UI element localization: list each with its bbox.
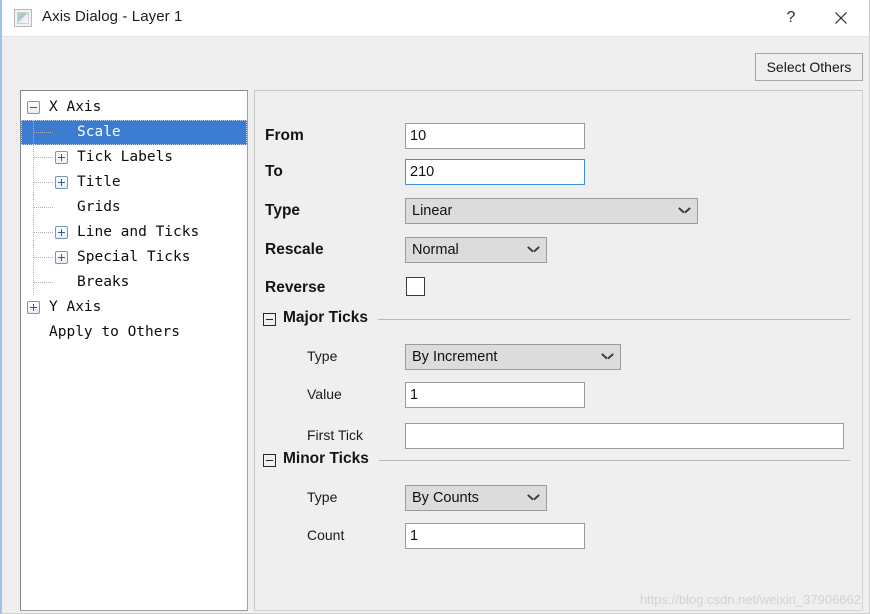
tree-guide-stub bbox=[34, 282, 54, 283]
tree-item-label: Y Axis bbox=[49, 299, 102, 315]
major-ticks-type-label: Type bbox=[307, 348, 338, 364]
help-button[interactable]: ? bbox=[768, 0, 814, 36]
help-icon: ? bbox=[786, 9, 796, 26]
minor-ticks-count-label: Count bbox=[307, 527, 345, 543]
from-label: From bbox=[265, 127, 304, 144]
chevron-down-icon bbox=[602, 353, 613, 360]
tree-item-label: Scale bbox=[77, 124, 121, 140]
rescale-label: Rescale bbox=[265, 241, 324, 258]
tree-item-x-axis[interactable]: X Axis bbox=[21, 95, 247, 120]
tree-item-y-axis[interactable]: Y Axis bbox=[21, 295, 247, 320]
tree-item-label: Breaks bbox=[77, 274, 130, 290]
type-label: Type bbox=[265, 202, 301, 219]
first-tick-input[interactable] bbox=[405, 423, 844, 449]
close-button[interactable] bbox=[818, 0, 864, 36]
scale-settings-panel: From To Type Linear Rescale Normal Rever… bbox=[254, 90, 863, 611]
title-bar: Axis Dialog - Layer 1 ? bbox=[2, 0, 869, 37]
minor-ticks-type-label: Type bbox=[307, 489, 338, 505]
tree-item-scale[interactable]: Scale bbox=[21, 120, 247, 145]
major-ticks-value-input[interactable] bbox=[405, 382, 585, 408]
rescale-combobox-value: Normal bbox=[412, 242, 459, 258]
section-rule bbox=[378, 319, 850, 320]
first-tick-label: First Tick bbox=[307, 427, 363, 443]
minor-ticks-type-combobox[interactable]: By Counts bbox=[405, 485, 547, 511]
expand-plus-icon[interactable] bbox=[55, 251, 68, 264]
minor-ticks-type-value: By Counts bbox=[412, 490, 479, 506]
major-ticks-title: Major Ticks bbox=[283, 309, 369, 326]
tree-item-title[interactable]: Title bbox=[21, 170, 247, 195]
to-label: To bbox=[265, 163, 283, 180]
type-combobox[interactable]: Linear bbox=[405, 198, 698, 224]
expand-plus-icon[interactable] bbox=[27, 301, 40, 314]
tree-guide-stub bbox=[34, 207, 54, 208]
watermark: https://blog.csdn.net/weixin_37906662 bbox=[639, 592, 861, 607]
tree-guide-stub bbox=[34, 232, 54, 233]
layer-image-icon-glyph bbox=[17, 12, 29, 24]
select-others-button[interactable]: Select Others bbox=[755, 53, 863, 81]
reverse-checkbox[interactable] bbox=[406, 277, 425, 296]
tree-item-label: X Axis bbox=[49, 99, 102, 115]
minor-ticks-section-header[interactable]: Minor Ticks bbox=[263, 450, 850, 471]
tree-guide-stub bbox=[34, 182, 54, 183]
from-input[interactable] bbox=[405, 123, 585, 149]
layer-image-icon bbox=[14, 9, 32, 27]
tree-item-label: Special Ticks bbox=[77, 249, 191, 265]
minor-ticks-count-input[interactable] bbox=[405, 523, 585, 549]
close-icon bbox=[835, 12, 847, 24]
tree-item-apply-to-others[interactable]: Apply to Others bbox=[21, 320, 247, 345]
tree-item-line-and-ticks[interactable]: Line and Ticks bbox=[21, 220, 247, 245]
tree-item-special-ticks[interactable]: Special Ticks bbox=[21, 245, 247, 270]
chevron-down-icon bbox=[528, 246, 539, 253]
axis-tree-panel[interactable]: X Axis Scale Tick Labels Title Grids Line and… bbox=[20, 90, 248, 611]
expand-plus-icon[interactable] bbox=[55, 226, 68, 239]
collapse-minus-icon[interactable] bbox=[263, 454, 276, 467]
chevron-down-icon bbox=[679, 207, 690, 214]
expand-plus-icon[interactable] bbox=[55, 176, 68, 189]
major-ticks-type-value: By Increment bbox=[412, 349, 498, 365]
major-ticks-value-label: Value bbox=[307, 386, 342, 402]
toolbar: Select Others bbox=[2, 37, 869, 85]
tree-item-breaks[interactable]: Breaks bbox=[21, 270, 247, 295]
collapse-minus-icon[interactable] bbox=[263, 313, 276, 326]
tree-item-tick-labels[interactable]: Tick Labels bbox=[21, 145, 247, 170]
reverse-label: Reverse bbox=[265, 279, 326, 296]
to-input[interactable] bbox=[405, 159, 585, 185]
tree-guide-stub bbox=[34, 257, 54, 258]
chevron-down-icon bbox=[528, 494, 539, 501]
axis-dialog-window: Axis Dialog - Layer 1 ? Select Others X … bbox=[0, 0, 870, 614]
axis-tree-list: X Axis Scale Tick Labels Title Grids Line and… bbox=[21, 91, 247, 345]
rescale-combobox[interactable]: Normal bbox=[405, 237, 547, 263]
tree-guide-stub bbox=[34, 132, 54, 133]
tree-item-label: Title bbox=[77, 174, 121, 190]
expand-plus-icon[interactable] bbox=[55, 151, 68, 164]
major-ticks-section-header[interactable]: Major Ticks bbox=[263, 309, 850, 330]
section-rule bbox=[379, 460, 850, 461]
tree-item-label: Line and Ticks bbox=[77, 224, 200, 240]
page-title: Axis Dialog - Layer 1 bbox=[42, 8, 183, 25]
tree-item-label: Tick Labels bbox=[77, 149, 174, 165]
major-ticks-type-combobox[interactable]: By Increment bbox=[405, 344, 621, 370]
tree-item-label: Grids bbox=[77, 199, 121, 215]
tree-guide-stub bbox=[34, 157, 54, 158]
tree-item-label: Apply to Others bbox=[49, 324, 180, 340]
tree-item-grids[interactable]: Grids bbox=[21, 195, 247, 220]
minor-ticks-title: Minor Ticks bbox=[283, 450, 369, 467]
type-combobox-value: Linear bbox=[412, 203, 453, 219]
collapse-minus-icon[interactable] bbox=[27, 101, 40, 114]
